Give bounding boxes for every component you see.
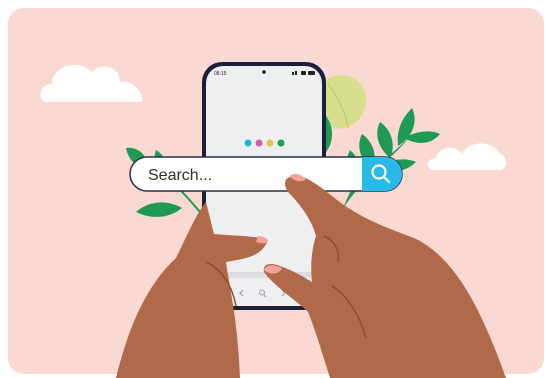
loading-dot xyxy=(277,139,285,147)
search-input[interactable]: Search... xyxy=(148,167,212,184)
loading-dot xyxy=(266,139,274,147)
loading-dot xyxy=(255,139,263,147)
status-icons xyxy=(292,71,315,75)
loading-dot xyxy=(244,139,252,147)
status-time: 08:15 xyxy=(214,71,227,77)
illustration: 08:15 Search... xyxy=(8,8,544,378)
search-bar[interactable]: Search... xyxy=(129,156,403,192)
